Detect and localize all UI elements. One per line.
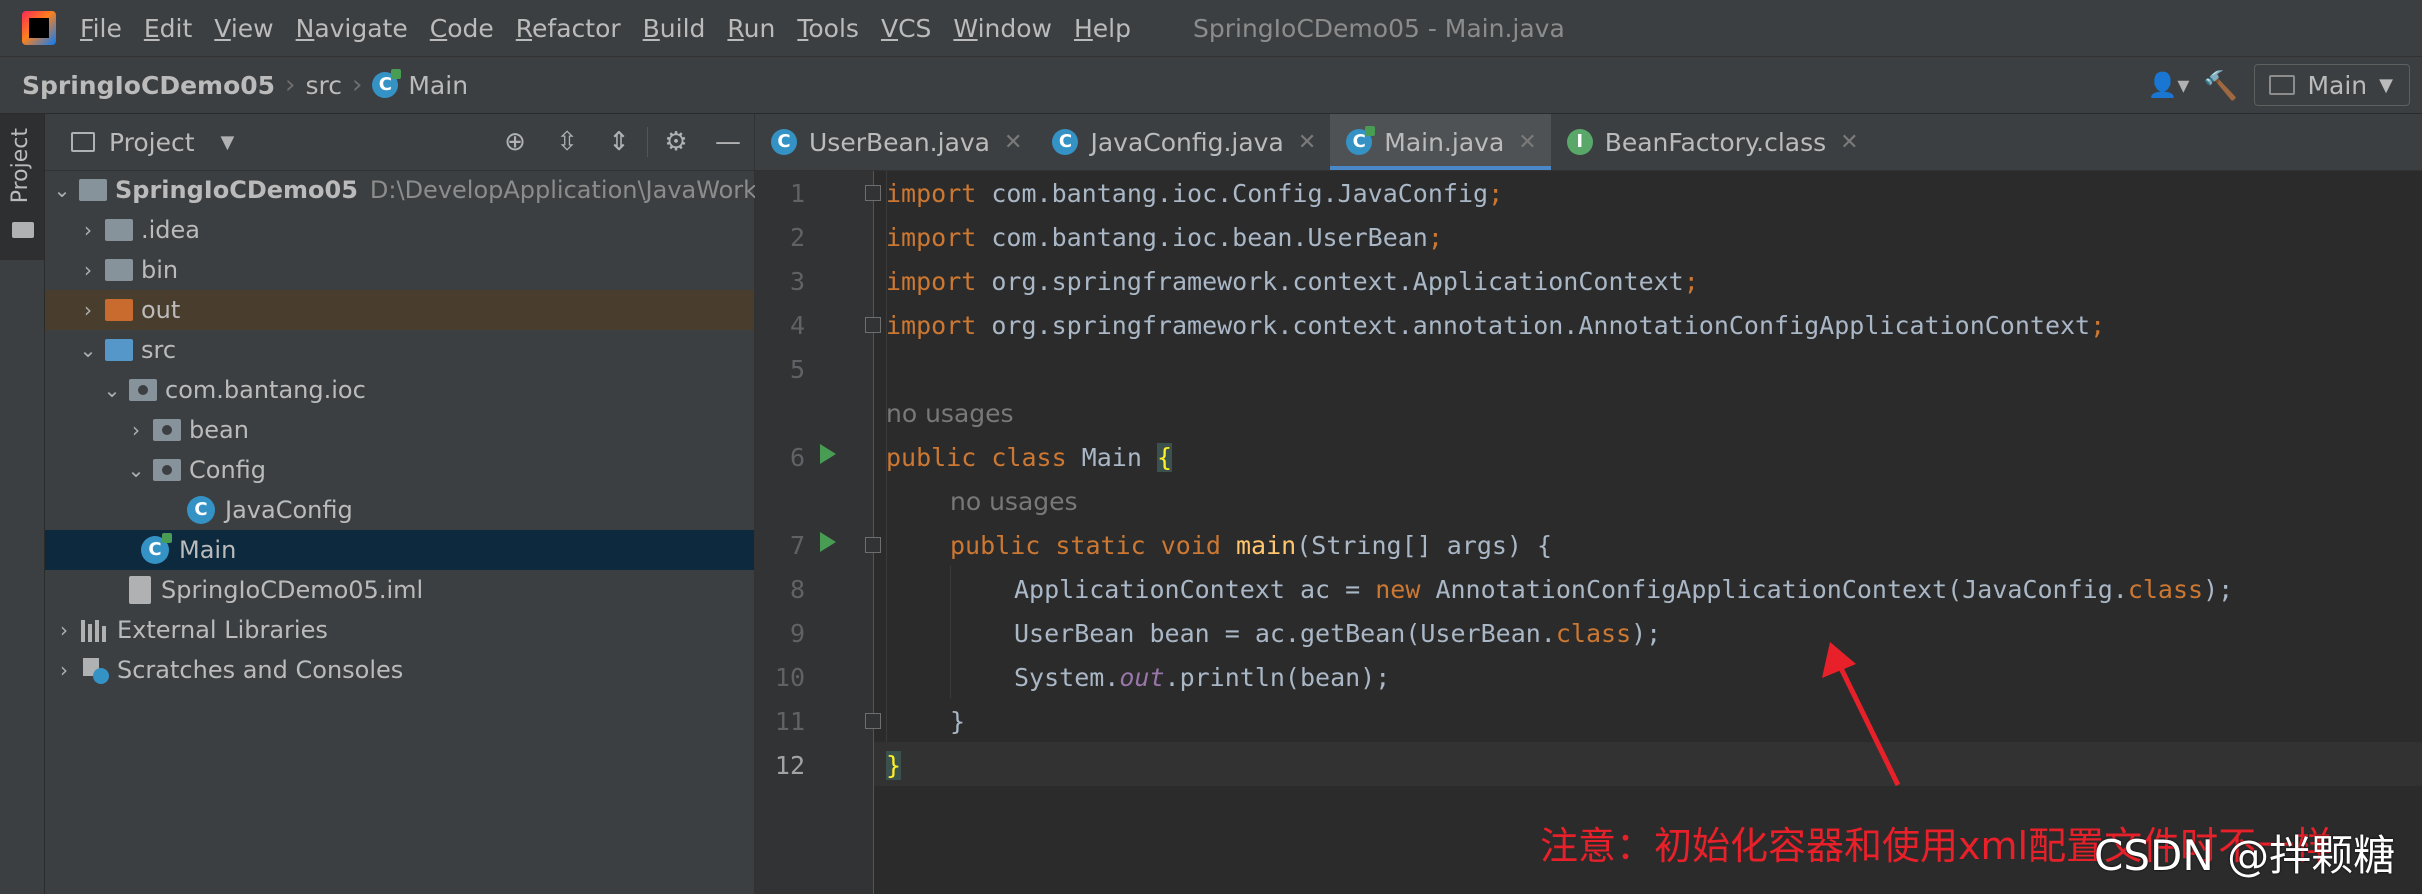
watermark: CSDN @拌颗糖 bbox=[2094, 831, 2396, 880]
annotation-arrow-icon bbox=[1822, 642, 1901, 787]
